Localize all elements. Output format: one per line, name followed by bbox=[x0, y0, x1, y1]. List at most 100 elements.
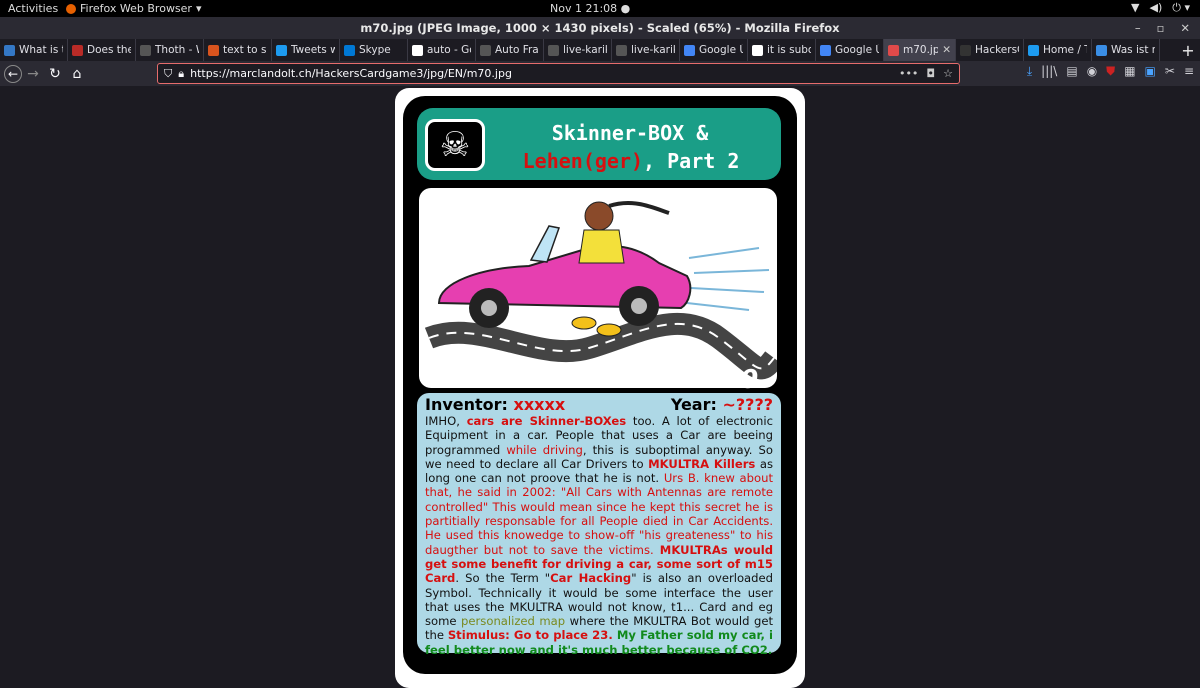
tab-2[interactable]: Thoth - Wi bbox=[136, 39, 204, 61]
minimize-icon[interactable]: – bbox=[1135, 17, 1141, 39]
desc-olive-text: personalized map bbox=[461, 614, 566, 629]
tracking-shield-icon[interactable]: ⛉ bbox=[164, 67, 172, 81]
card-code: m70 bbox=[695, 365, 759, 395]
tab-label: Home / Tw bbox=[1043, 44, 1087, 56]
tab-label: Was ist m bbox=[1111, 44, 1155, 56]
tab-16[interactable]: Was ist m bbox=[1092, 39, 1160, 61]
back-icon[interactable]: ← bbox=[4, 64, 22, 83]
window-title: m70.jpg (JPEG Image, 1000 × 1430 pixels)… bbox=[360, 21, 840, 35]
screenshot-icon[interactable]: ✂ bbox=[1165, 64, 1175, 79]
tab-7[interactable]: Auto Frau pin bbox=[476, 39, 544, 61]
tab-close-icon[interactable]: ✕ bbox=[942, 44, 951, 56]
desc-text: . So the Term " bbox=[455, 571, 551, 586]
wikipedia-icon bbox=[140, 44, 151, 56]
url-bar[interactable]: ⛉ 🔒︎ https://marclandolt.ch/HackersCardg… bbox=[157, 63, 960, 84]
tab-3[interactable]: text to spe bbox=[204, 39, 272, 61]
twitter-icon bbox=[1028, 44, 1039, 56]
tab-0[interactable]: What is th bbox=[0, 39, 68, 61]
extension-icon[interactable]: ▦ bbox=[1124, 64, 1135, 79]
inventor-year-row: Inventor: xxxxx Year: ~???? bbox=[425, 396, 773, 414]
activities-button[interactable]: Activities bbox=[8, 2, 58, 15]
tab-label: it is subop bbox=[767, 44, 811, 56]
window-icon bbox=[4, 44, 15, 56]
tab-label: What is th bbox=[19, 44, 63, 56]
system-top-bar: Activities Firefox Web Browser ▾ Nov 1 2… bbox=[0, 0, 1200, 17]
tab-4[interactable]: Tweets wi bbox=[272, 39, 340, 61]
year: Year: ~???? bbox=[671, 396, 773, 414]
ublock-icon[interactable]: ⛊ bbox=[1106, 64, 1115, 79]
twitter-icon bbox=[276, 44, 287, 56]
skype-icon bbox=[344, 44, 355, 56]
inventor-label: Inventor: bbox=[425, 395, 508, 414]
card-description: IMHO, cars are Skinner-BOXes too. A lot … bbox=[425, 414, 773, 657]
tab-14[interactable]: HackersC bbox=[956, 39, 1024, 61]
tab-15[interactable]: Home / Tw bbox=[1024, 39, 1092, 61]
sidebar-icon[interactable]: ▤ bbox=[1066, 64, 1077, 79]
extension-blue-icon[interactable]: ▣ bbox=[1145, 64, 1156, 79]
tab-13[interactable]: m70.jpg ✕ bbox=[884, 39, 956, 61]
tab-5[interactable]: Skype bbox=[340, 39, 408, 61]
notification-dot-icon: ● bbox=[620, 2, 631, 15]
tab-label: Tweets wi bbox=[291, 44, 335, 56]
translate-icon bbox=[820, 44, 831, 56]
desc-highlight: MKULTRA Killers bbox=[648, 456, 756, 471]
page-icon bbox=[548, 44, 559, 56]
car-illustration bbox=[419, 188, 777, 388]
wifi-icon[interactable]: ▼ bbox=[1131, 1, 1139, 15]
bookmark-star-icon[interactable]: ☆ bbox=[943, 67, 953, 80]
quora-icon bbox=[72, 44, 83, 56]
desc-highlight: Car Hacking bbox=[550, 571, 632, 586]
tab-bar: What is th Does the T Thoth - Wi text to sp… bbox=[0, 39, 1200, 61]
desc-highlight: while driving bbox=[506, 442, 583, 457]
window-title-bar[interactable]: m70.jpg (JPEG Image, 1000 × 1430 pixels)… bbox=[0, 17, 1200, 39]
github-icon bbox=[960, 44, 971, 56]
firefox-icon bbox=[66, 3, 76, 14]
navigation-toolbar: ← → ↻ ⌂ ⛉ 🔒︎ https://marclandolt.ch/Hack… bbox=[0, 61, 1200, 86]
library-icon[interactable]: |||\ bbox=[1041, 64, 1057, 79]
tab-8[interactable]: live-karikatur bbox=[544, 39, 612, 61]
maximize-icon[interactable]: ▫ bbox=[1157, 17, 1165, 39]
clock-label: Nov 1 21:08 bbox=[550, 2, 618, 15]
tab-label: Does the T bbox=[87, 44, 131, 56]
reload-icon[interactable]: ↻ bbox=[44, 63, 66, 85]
app-menu[interactable]: Firefox Web Browser ▾ bbox=[66, 2, 202, 15]
url-text[interactable]: https://marclandolt.ch/HackersCardgame3/… bbox=[190, 67, 512, 80]
power-icon[interactable]: ⏻ ▾ bbox=[1172, 1, 1190, 15]
tab-1[interactable]: Does the T bbox=[68, 39, 136, 61]
tab-label: live-karikatur bbox=[631, 44, 675, 56]
card-image[interactable]: ☠ Skinner-BOX & Lehen(ger), Part 2 m70 I… bbox=[395, 88, 805, 688]
tab-label: Google Üb bbox=[835, 44, 879, 56]
close-icon[interactable]: ✕ bbox=[1180, 17, 1190, 39]
tab-9[interactable]: live-karikatur bbox=[612, 39, 680, 61]
pocket-icon[interactable]: ◘ bbox=[926, 67, 935, 80]
chevron-down-icon: ▾ bbox=[195, 2, 202, 15]
page-actions-icon[interactable]: ••• bbox=[899, 67, 918, 80]
tab-6[interactable]: auto - Goo bbox=[408, 39, 476, 61]
google-icon bbox=[752, 44, 763, 56]
year-value: ~???? bbox=[722, 395, 773, 414]
forward-icon[interactable]: → bbox=[22, 63, 44, 85]
tab-label: m70.jpg bbox=[903, 44, 938, 56]
clock[interactable]: Nov 1 21:08 ● bbox=[550, 2, 630, 15]
toolbar-icons: ⤓ |||\ ▤ ◉ ⛊ ▦ ▣ ✂ ≡ bbox=[1027, 64, 1194, 79]
home-icon[interactable]: ⌂ bbox=[66, 63, 88, 85]
card-title-rest: , Part 2 bbox=[643, 149, 740, 173]
tab-12[interactable]: Google Üb bbox=[816, 39, 884, 61]
lock-icon[interactable]: 🔒︎ bbox=[178, 67, 184, 81]
menu-icon[interactable]: ≡ bbox=[1184, 64, 1194, 79]
account-icon[interactable]: ◉ bbox=[1087, 64, 1097, 79]
tab-11[interactable]: it is subop bbox=[748, 39, 816, 61]
tab-label: Thoth - Wi bbox=[155, 44, 199, 56]
image-icon bbox=[888, 44, 899, 56]
volume-icon[interactable]: ◀) bbox=[1150, 1, 1163, 15]
tab-label: live-karikatur bbox=[563, 44, 607, 56]
card-title-line2: Lehen(ger), Part 2 bbox=[501, 149, 761, 173]
tab-label: auto - Goo bbox=[427, 44, 471, 56]
google-icon bbox=[412, 44, 423, 56]
tab-10[interactable]: Google Üb bbox=[680, 39, 748, 61]
new-tab-icon[interactable]: + bbox=[1176, 39, 1200, 61]
tab-label: Auto Frau pin bbox=[495, 44, 539, 56]
system-tray[interactable]: ▼ ◀) ⏻ ▾ bbox=[1131, 1, 1190, 15]
tab-label: HackersC bbox=[975, 44, 1019, 56]
downloads-icon[interactable]: ⤓ bbox=[1027, 64, 1032, 79]
